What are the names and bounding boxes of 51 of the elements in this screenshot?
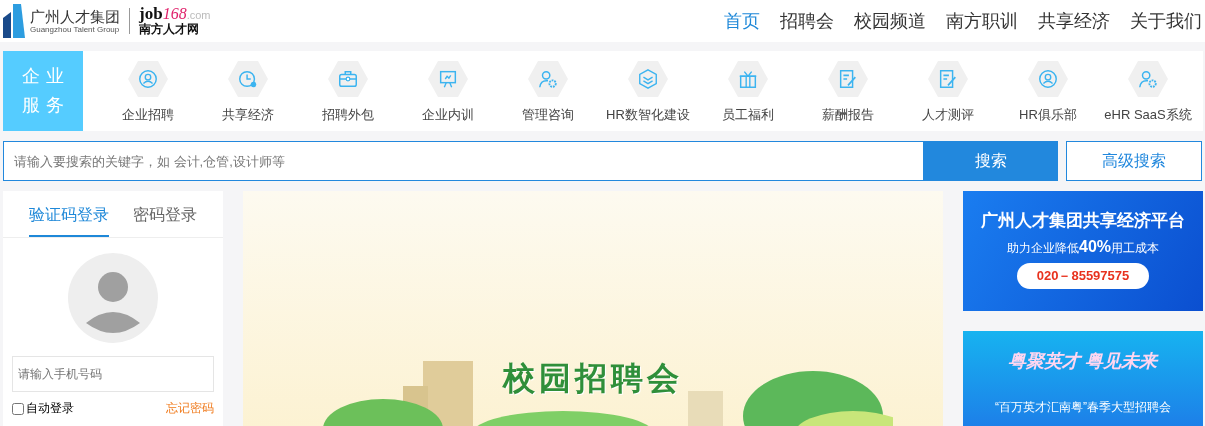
ad-banner[interactable]: 广州人才集团共享经济平台 助力企业降低40%用工成本 020－85597575 (963, 191, 1203, 311)
ad-title: 粤聚英才 粤见未来 (1008, 350, 1158, 373)
site-brand: job (139, 6, 163, 21)
service-link[interactable]: 招聘外包 (298, 61, 398, 131)
briefcase-icon (337, 68, 359, 90)
ad-subtitle: 助力企业降低40%用工成本 (1007, 238, 1159, 257)
person-gear-icon (1137, 68, 1159, 90)
service-link[interactable]: 企业招聘 (98, 61, 198, 131)
site-number: 168 (162, 6, 187, 21)
service-link[interactable]: 共享经济 (198, 61, 298, 131)
easel-icon (437, 68, 459, 90)
banner-title: 校园招聘会 (503, 359, 683, 398)
nav-link[interactable]: 招聘会 (780, 9, 834, 33)
service-link[interactable]: 企业内训 (398, 61, 498, 131)
service-link[interactable]: 薪酬报告 (798, 61, 898, 131)
logo-icon (3, 4, 25, 38)
phone-field[interactable]: 请输入手机号码 (12, 356, 214, 392)
site-domain: .com (186, 7, 211, 22)
clock-icon (237, 68, 259, 90)
search-button[interactable]: 搜索 (923, 141, 1058, 181)
ad-subtitle: “百万英才汇南粤”春季大型招聘会 (995, 399, 1171, 416)
avatar-icon (68, 253, 158, 343)
nav-link[interactable]: 校园频道 (854, 9, 926, 33)
service-link[interactable]: HR俱乐部 (998, 61, 1098, 131)
service-link[interactable]: HR数智化建设 (598, 61, 698, 131)
auto-login-label: 自动登录 (26, 400, 74, 417)
nav-link[interactable]: 关于我们 (1130, 9, 1202, 33)
person-circle-icon (1037, 68, 1059, 90)
auto-login-checkbox[interactable] (12, 402, 24, 415)
ad-banner[interactable]: 粤聚英才 粤见未来 “百万英才汇南粤”春季大型招聘会 (963, 331, 1203, 426)
logo-name: 广州人才集团 (30, 8, 120, 25)
login-tab[interactable]: 密码登录 (133, 205, 197, 237)
logo-subtitle: Guangzhou Talent Group (30, 25, 120, 34)
person-circle-icon (137, 68, 159, 90)
document-pen-icon (837, 68, 859, 90)
section-title: 企业服务 (3, 51, 83, 131)
ad-title: 广州人才集团共享经济平台 (981, 210, 1185, 232)
search-field[interactable]: 请输入要搜索的关键字，如 会计,仓管,设计师等 (3, 141, 923, 181)
person-gear-icon (537, 68, 559, 90)
service-link[interactable]: 员工福利 (698, 61, 798, 131)
layers-icon (637, 68, 659, 90)
service-link[interactable]: 管理咨询 (498, 61, 598, 131)
service-link[interactable]: eHR SaaS系统 (1098, 61, 1198, 131)
phone-number-pill: 020－85597575 (1016, 263, 1150, 289)
nav-link[interactable]: 共享经济 (1038, 9, 1110, 33)
nav-link[interactable]: 首页 (724, 9, 760, 33)
service-link[interactable]: 人才测评 (898, 61, 998, 131)
nav-link[interactable]: 南方职训 (946, 9, 1018, 33)
document-pen-icon (937, 68, 959, 90)
login-tab[interactable]: 验证码登录 (29, 205, 109, 237)
advanced-search-button[interactable]: 高级搜索 (1066, 141, 1202, 181)
